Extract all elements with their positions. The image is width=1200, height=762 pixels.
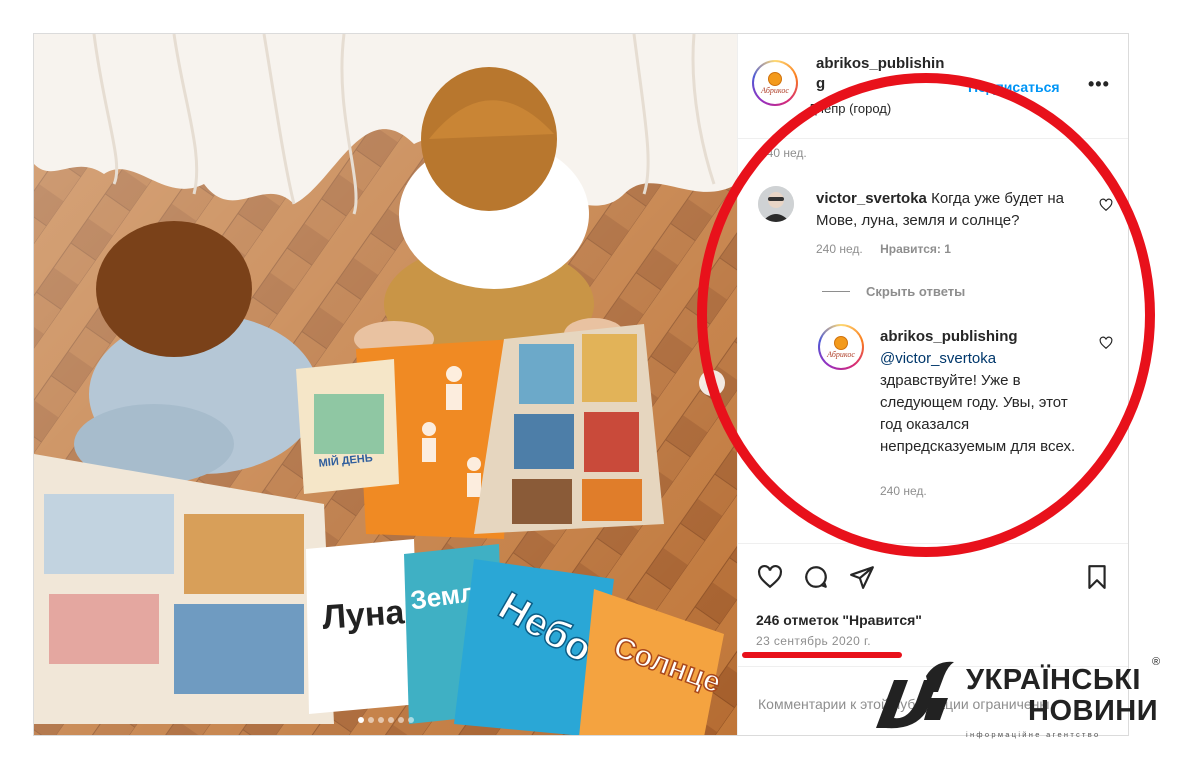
- post-photo[interactable]: МІЙ ДЕНЬ Луна Земля Небо Солнце ›: [34, 34, 737, 735]
- reply-body: abrikos_publishing @victor_svertoka здра…: [880, 326, 1080, 458]
- comment-bubble-icon[interactable]: [802, 564, 830, 590]
- reply-mention[interactable]: @victor_svertoka: [880, 348, 1080, 370]
- reply-text: здравствуйте! Уже в следующем году. Увы,…: [880, 372, 1076, 455]
- carousel-dot: [367, 717, 374, 723]
- author-username[interactable]: abrikos_publishin g: [816, 54, 956, 94]
- comment-timestamp[interactable]: 240 нед.: [816, 242, 863, 256]
- hide-replies-button[interactable]: Скрыть ответы: [822, 284, 965, 299]
- photo-illustration: МІЙ ДЕНЬ Луна Земля Небо Солнце: [34, 34, 737, 735]
- carousel-dot: [407, 717, 414, 723]
- share-paper-plane-icon[interactable]: [848, 564, 876, 590]
- like-comment-heart-icon[interactable]: [1099, 198, 1113, 212]
- likes-count[interactable]: 246 отметок "Нравится": [756, 612, 922, 628]
- logo-text: Абрикос: [827, 349, 855, 359]
- hide-replies-label: Скрыть ответы: [866, 284, 966, 299]
- carousel-dots: [34, 717, 737, 723]
- ukrainian-news-watermark: УКРАЇНСЬКІ НОВИНИ інформаційне агентство…: [868, 656, 1168, 746]
- post-date: 23 сентябрь 2020 г.: [756, 634, 871, 648]
- watermark-line-2: НОВИНИ: [1028, 695, 1159, 727]
- post-location[interactable]: Днепр (город): [808, 101, 891, 116]
- next-photo-button[interactable]: ›: [699, 370, 725, 396]
- username-line-1: abrikos_publishin: [816, 55, 945, 72]
- comment-meta: 240 нед. Нравится: 1: [816, 242, 951, 256]
- comment-timestamp[interactable]: 240 нед.: [760, 146, 807, 160]
- save-bookmark-icon[interactable]: [1084, 564, 1110, 590]
- apricot-logo-icon: [834, 335, 848, 350]
- post-header: Абрикос abrikos_publishin g Днепр (город…: [738, 34, 1128, 139]
- un-logo-icon: [876, 661, 954, 729]
- divider-line: [822, 291, 850, 292]
- follow-button[interactable]: Подписаться: [968, 79, 1060, 95]
- reply-author-avatar[interactable]: Абрикос: [818, 324, 864, 370]
- comment-body: victor_svertoka Когда уже будет на Мове,…: [816, 188, 1096, 232]
- carousel-dot: [387, 717, 394, 723]
- apricot-logo-icon: [768, 71, 782, 86]
- more-options-button[interactable]: •••: [1088, 74, 1110, 95]
- watermark-line-1: УКРАЇНСЬКІ: [966, 664, 1141, 696]
- post-side-panel: Абрикос abrikos_publishin g Днепр (город…: [737, 34, 1128, 735]
- carousel-dot: [357, 717, 364, 723]
- carousel-dot: [377, 717, 384, 723]
- comment-likes[interactable]: Нравится: 1: [880, 242, 951, 256]
- book-title-moon: Луна: [321, 593, 407, 637]
- like-heart-icon[interactable]: [756, 564, 784, 590]
- logo-text: Абрикос: [761, 85, 789, 95]
- username-line-2: g: [816, 75, 826, 92]
- action-bar: [738, 543, 1128, 589]
- registered-mark: ®: [1152, 656, 1161, 668]
- person-icon: [758, 186, 794, 222]
- author-avatar[interactable]: Абрикос: [752, 60, 798, 106]
- like-reply-heart-icon[interactable]: [1099, 336, 1113, 350]
- instagram-post-modal: МІЙ ДЕНЬ Луна Земля Небо Солнце › Абрико…: [33, 33, 1129, 736]
- reply-timestamp[interactable]: 240 нед.: [880, 484, 927, 498]
- reply-username[interactable]: abrikos_publishing: [880, 328, 1018, 345]
- carousel-dot: [397, 717, 404, 723]
- commenter-avatar[interactable]: [758, 186, 794, 222]
- watermark-tagline: інформаційне агентство: [966, 730, 1101, 739]
- comment-username[interactable]: victor_svertoka: [816, 190, 927, 207]
